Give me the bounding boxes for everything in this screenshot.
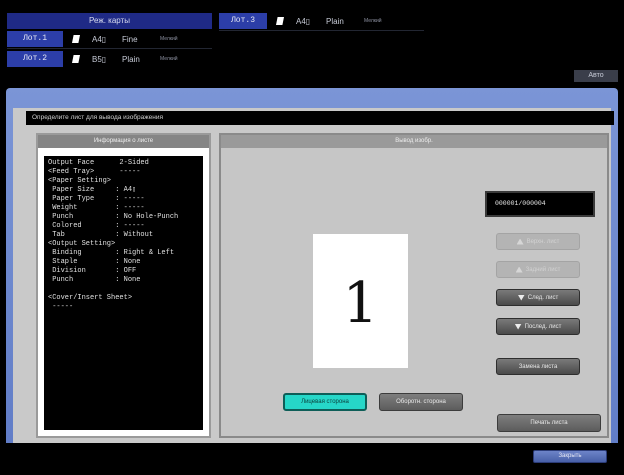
arrow-down-icon: [517, 294, 525, 301]
next-sheet-label: След. лист: [527, 294, 559, 301]
tray-1-sub: Мелкий: [160, 36, 178, 42]
tray-2-label: Лот.2: [7, 51, 63, 67]
double-arrow-up-icon: [516, 238, 524, 245]
info-line: -----: [48, 303, 74, 311]
info-line: Binding : Right & Left: [48, 249, 175, 257]
tray-3-label: Лот.3: [219, 13, 267, 29]
print-sheet-label: Печать листа: [530, 420, 568, 426]
sheet-info-header: Информация о листе: [38, 135, 209, 148]
tray-status-bar: Реж. карты Лот.1 A4▯ Fine Мелкий Лот.2 B…: [0, 0, 624, 85]
info-line: <Output Setting>: [48, 240, 116, 248]
info-line: <Cover/Insert Sheet>: [48, 294, 133, 302]
info-line: Punch : No Hole-Punch: [48, 213, 179, 221]
info-line: <Paper Setting>: [48, 177, 112, 185]
info-line: Colored : -----: [48, 222, 145, 230]
prev-sheet-label: Задний лист: [525, 266, 561, 273]
info-line: Weight : -----: [48, 204, 145, 212]
tray-2-type: Plain: [122, 54, 140, 64]
info-line: Tab : Without: [48, 231, 154, 239]
front-side-label: Лицевая сторона: [301, 399, 349, 405]
paper-icon: [72, 35, 80, 43]
paper-icon: [72, 55, 80, 63]
sheet-info-panel: Информация о листе Output Face 2-Sided <…: [36, 133, 211, 438]
page-preview: 1: [313, 234, 408, 368]
info-line: [48, 285, 199, 294]
arrow-up-icon: [515, 266, 523, 273]
print-sheet-button[interactable]: Печать листа: [497, 414, 601, 432]
info-line: Paper Type : -----: [48, 195, 145, 203]
tray-2-size: B5▯: [92, 54, 107, 64]
footer-bar: [0, 443, 624, 475]
next-sheet-button[interactable]: След. лист: [496, 289, 580, 306]
info-line: Division : OFF: [48, 267, 137, 275]
info-line: Paper Size : A4▯: [48, 186, 137, 194]
divider: [7, 48, 212, 49]
back-side-label: Оборотн. сторона: [396, 399, 446, 405]
info-line: Punch : None: [48, 276, 141, 284]
paper-icon: [276, 17, 284, 25]
close-button[interactable]: Закрыть: [533, 450, 607, 463]
change-sheet-label: Замена листа: [518, 363, 558, 370]
tray-1-size: A4▯: [92, 34, 107, 44]
image-output-header: Вывод изобр.: [221, 135, 607, 148]
instruction-text: Определите лист для вывода изображения: [26, 111, 614, 125]
page-number: 1: [342, 271, 379, 336]
change-sheet-button[interactable]: Замена листа: [496, 358, 580, 375]
double-arrow-down-icon: [514, 323, 522, 330]
prev-sheet-button[interactable]: Задний лист: [496, 261, 580, 278]
info-line: <Feed Tray> -----: [48, 168, 141, 176]
first-sheet-button[interactable]: Верхн. лист: [496, 233, 580, 250]
tray-3-size: A4▯: [296, 16, 311, 26]
auto-indicator: Авто: [574, 70, 618, 82]
tray-1-label: Лот.1: [7, 31, 63, 47]
tray-2-sub: Мелкий: [160, 56, 178, 62]
info-line: Staple : None: [48, 258, 141, 266]
tray-3-sub: Мелкий: [364, 18, 382, 24]
divider: [219, 30, 424, 31]
tray-settings-title: Реж. карты: [7, 13, 212, 29]
front-side-button[interactable]: Лицевая сторона: [283, 393, 367, 411]
tray-1-type: Fine: [122, 34, 138, 44]
sheet-counter: 000001/000004: [485, 191, 595, 217]
sheet-info-list: Output Face 2-Sided <Feed Tray> ----- <P…: [44, 156, 203, 430]
tray-3-row[interactable]: Лот.3 A4▯ Plain Мелкий: [219, 13, 382, 29]
tray-3-type: Plain: [326, 16, 344, 26]
back-side-button[interactable]: Оборотн. сторона: [379, 393, 463, 411]
tray-1-row[interactable]: Лот.1 A4▯ Fine Мелкий: [7, 31, 178, 47]
last-sheet-label: Послед. лист: [524, 323, 562, 330]
last-sheet-button[interactable]: Послед. лист: [496, 318, 580, 335]
tray-2-row[interactable]: Лот.2 B5▯ Plain Мелкий: [7, 51, 178, 67]
first-sheet-label: Верхн. лист: [526, 238, 560, 245]
info-line: Output Face 2-Sided: [48, 159, 149, 167]
